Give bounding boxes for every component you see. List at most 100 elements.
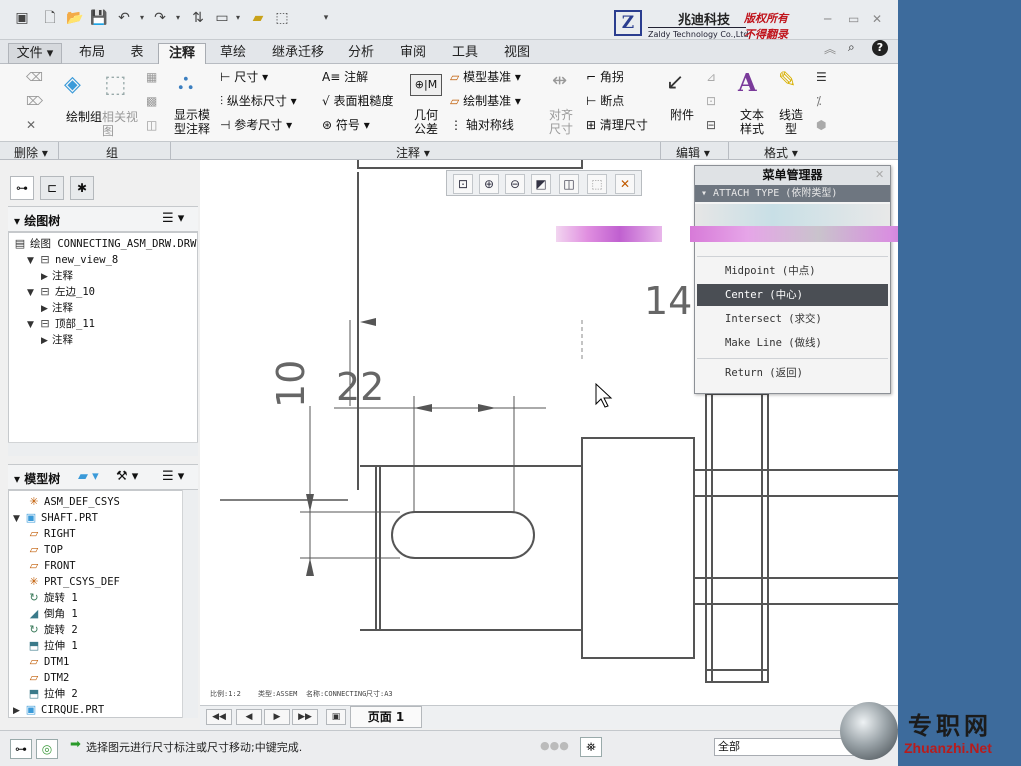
- tab-model-tree[interactable]: ⊶: [10, 176, 34, 200]
- tree-item[interactable]: ⬒ 拉伸 2: [27, 687, 78, 701]
- save-icon[interactable]: 💾: [90, 10, 107, 26]
- menu-item-make-line[interactable]: Make Line (做线): [697, 332, 888, 354]
- tree-item[interactable]: ↻ 旋转 1: [27, 591, 77, 605]
- collapse-ribbon-icon[interactable]: ︽: [824, 40, 836, 57]
- horizontal-scrollbar[interactable]: [8, 442, 198, 456]
- edit-icon-2[interactable]: ⊡: [706, 94, 716, 108]
- annotate-group-label[interactable]: 注释 ▾: [396, 144, 430, 161]
- expand-arrow-icon[interactable]: ▼: [13, 512, 24, 526]
- attach-button[interactable]: 附件: [670, 108, 694, 122]
- tab-table[interactable]: 表: [118, 43, 156, 64]
- search-icon[interactable]: ⌕: [848, 40, 855, 55]
- dimension-button[interactable]: ⊢ 尺寸 ▾: [220, 70, 268, 84]
- line-style-icon[interactable]: ✎: [778, 68, 796, 93]
- attach-icon[interactable]: ↙: [666, 70, 684, 95]
- tab-favorites[interactable]: ✱: [70, 176, 94, 200]
- align-dimension-button[interactable]: 对齐尺寸: [548, 108, 574, 136]
- group-icon-2[interactable]: ▩: [146, 94, 157, 108]
- windows-dropdown-icon[interactable]: ▾: [230, 10, 246, 26]
- tree-item[interactable]: ▱ TOP: [27, 543, 63, 557]
- menu-item-return[interactable]: Return (返回): [697, 362, 888, 384]
- tree-item[interactable]: ↻ 旋转 2: [27, 623, 77, 637]
- tab-annotate[interactable]: 注释: [158, 43, 206, 65]
- format-icon-3[interactable]: ⬢: [816, 118, 826, 132]
- model-tree-title[interactable]: ▾ 模型树: [14, 470, 60, 487]
- browser-toggle-icon[interactable]: ◎: [36, 739, 58, 759]
- surface-finish-button[interactable]: √ 表面粗糙度: [322, 94, 393, 108]
- tab-analysis[interactable]: 分析: [338, 43, 384, 64]
- windows-icon[interactable]: ▭: [214, 10, 230, 26]
- dimension-10[interactable]: 10: [269, 360, 313, 408]
- tree-item[interactable]: ▱ DTM2: [27, 671, 70, 685]
- tree-item[interactable]: ▶ 注释: [41, 269, 73, 284]
- zoom-in-icon[interactable]: ⊕: [479, 174, 499, 194]
- text-style-icon[interactable]: A: [738, 68, 757, 97]
- tab-review[interactable]: 审阅: [390, 43, 436, 64]
- display-style-icon[interactable]: ◫: [559, 174, 579, 194]
- close-icon[interactable]: ✕: [872, 12, 882, 26]
- selection-buffer-icon[interactable]: ⛯: [580, 737, 602, 757]
- regenerate-icon[interactable]: ⇅: [190, 10, 206, 26]
- first-page-icon[interactable]: ◀◀: [206, 709, 232, 725]
- new-file-icon[interactable]: 🗋: [42, 10, 58, 26]
- format-icon-1[interactable]: ☰: [816, 70, 827, 84]
- next-page-icon[interactable]: ▶: [264, 709, 290, 725]
- close-window-icon[interactable]: ▰: [250, 10, 266, 26]
- group-icon-3[interactable]: ◫: [146, 118, 157, 132]
- navigator-toggle-icon[interactable]: ⊶: [10, 739, 32, 759]
- edit-group-label[interactable]: 编辑 ▾: [676, 144, 710, 161]
- zoom-out-icon[interactable]: ⊖: [505, 174, 525, 194]
- tab-layout[interactable]: 布局: [70, 43, 114, 64]
- edit-icon-3[interactable]: ⊟: [706, 118, 716, 132]
- tree-item[interactable]: ▱ DTM1: [27, 655, 70, 669]
- undo-icon[interactable]: ↶: [116, 10, 132, 26]
- tab-sketch[interactable]: 草绘: [210, 43, 256, 64]
- axis-symmetry-button[interactable]: ⋮ 轴对称线: [450, 118, 514, 132]
- expand-arrow-icon[interactable]: ▼: [27, 254, 38, 268]
- align-dimension-icon[interactable]: ⇹: [552, 70, 567, 91]
- tree-item[interactable]: ▼ ▣ SHAFT.PRT: [13, 511, 98, 526]
- menu-item-intersect[interactable]: Intersect (求交): [697, 308, 888, 330]
- last-page-icon[interactable]: ▶▶: [292, 709, 318, 725]
- show-model-annotations-button[interactable]: 显示模型注释: [174, 108, 214, 136]
- draw-tree-title[interactable]: ▾ 绘图树: [14, 212, 60, 229]
- tree-item[interactable]: ✳ ASM_DEF_CSYS: [27, 495, 119, 509]
- geometric-tolerance-button[interactable]: 几何公差: [412, 108, 440, 136]
- page-tab[interactable]: 页面 1: [350, 706, 422, 728]
- expand-arrow-icon[interactable]: ▶: [41, 302, 52, 316]
- tab-folder-browser[interactable]: ⊏: [40, 176, 64, 200]
- annotation-display-icon[interactable]: ⬚: [587, 174, 607, 194]
- redo-icon[interactable]: ↷: [152, 10, 168, 26]
- delete-icon[interactable]: ⌫: [26, 70, 43, 84]
- expand-arrow-icon[interactable]: ▼: [27, 318, 38, 332]
- undo-dropdown-icon[interactable]: ▾: [134, 10, 150, 26]
- tree-item[interactable]: ▱ FRONT: [27, 559, 76, 573]
- ordinate-dimension-button[interactable]: ⫶ 纵坐标尺寸 ▾: [220, 94, 297, 108]
- help-icon[interactable]: ?: [872, 40, 888, 56]
- minimize-icon[interactable]: ─: [824, 12, 831, 26]
- geometric-tolerance-icon[interactable]: ⊕|M: [410, 74, 442, 96]
- menu-item-midpoint[interactable]: Midpoint (中点): [697, 260, 888, 282]
- related-view-icon[interactable]: ⬚: [104, 70, 127, 98]
- open-folder-icon[interactable]: 📂: [66, 10, 83, 26]
- dimension-22[interactable]: 22: [336, 365, 384, 409]
- tree-item[interactable]: ▶ ▣ CIRQUE.PRT: [13, 703, 104, 717]
- datum-display-icon[interactable]: ✕: [615, 174, 635, 194]
- maximize-icon[interactable]: ▭: [848, 12, 859, 26]
- symbol-button[interactable]: ⊛ 符号 ▾: [322, 118, 370, 132]
- menu-item-center[interactable]: Center (中心): [697, 284, 888, 306]
- tree-settings-icon[interactable]: ☰ ▾: [162, 469, 184, 484]
- corner-button[interactable]: ⌐ 角拐: [586, 70, 624, 84]
- vertical-scrollbar[interactable]: [182, 490, 198, 718]
- line-style-button[interactable]: 线造型: [778, 108, 804, 136]
- tree-settings-icon[interactable]: ☰ ▾: [162, 211, 184, 226]
- draw-group-button[interactable]: 绘制组: [66, 110, 102, 124]
- group-icon-1[interactable]: ▦: [146, 70, 157, 84]
- tree-tools-icon[interactable]: ⚒ ▾: [116, 469, 138, 484]
- tree-item[interactable]: ▼ ⊟ 顶部_11: [27, 317, 95, 332]
- redo-dropdown-icon[interactable]: ▾: [170, 10, 186, 26]
- select-box-icon[interactable]: ⬚: [274, 10, 290, 26]
- note-button[interactable]: A≡ 注解: [322, 70, 368, 84]
- tree-item[interactable]: ◢ 倒角 1: [27, 607, 78, 621]
- tree-item[interactable]: ▤ 绘图 CONNECTING_ASM_DRW.DRW: [13, 237, 197, 251]
